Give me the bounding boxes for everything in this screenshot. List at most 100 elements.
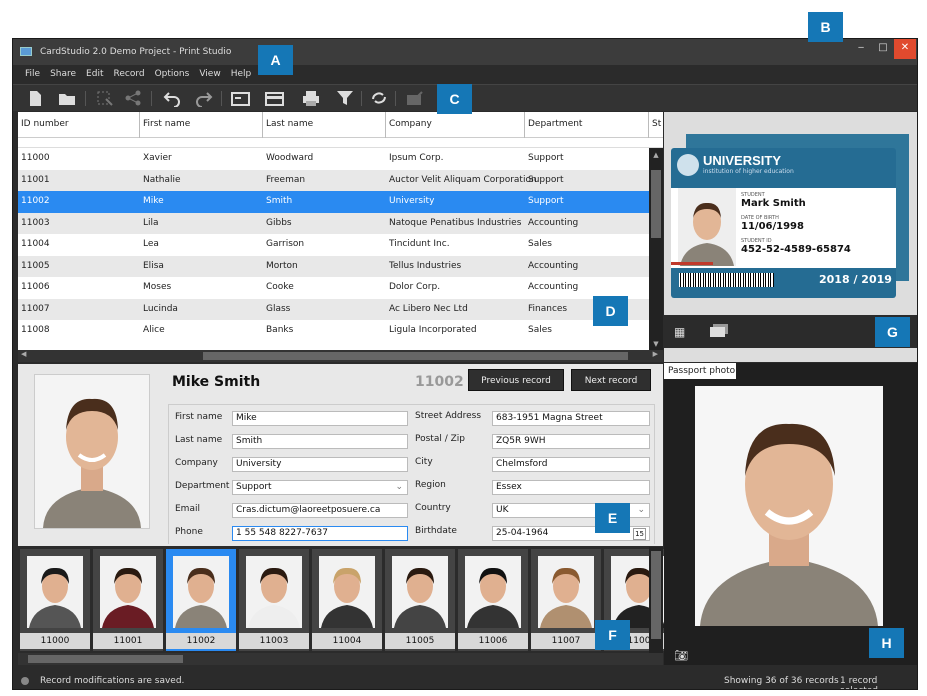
column-header-first-name[interactable]: First name (140, 112, 263, 138)
table-row[interactable]: 11005 Elisa Morton Tellus Industries Account… (18, 255, 663, 277)
thumbs-horizontal-scrollbar[interactable] (18, 653, 663, 665)
table-cell: Lila (143, 217, 159, 228)
camera-icon[interactable]: 📷︎ (674, 649, 688, 662)
status-message: Record modifications are saved. (40, 676, 185, 686)
menu-edit[interactable]: Edit (86, 65, 103, 83)
table-row[interactable]: 11001 Nathalie Freeman Auctor Velit Aliquam… (18, 169, 663, 191)
grid-view-icon[interactable]: ▦ (674, 325, 685, 339)
tab-passport-photo[interactable]: Passport photo (664, 363, 736, 379)
record-photo[interactable] (34, 374, 150, 529)
table-cell: Natoque Penatibus Industries (389, 217, 522, 228)
grid-vertical-scrollbar[interactable]: ▲ ▼ (649, 148, 663, 350)
hscroll-thumb[interactable] (203, 352, 628, 360)
minimize-button[interactable]: ‒ (850, 39, 872, 59)
filter-icon[interactable] (335, 89, 355, 107)
thumbs-vertical-scrollbar[interactable] (649, 547, 663, 653)
thumbs-hscroll-thumb[interactable] (28, 655, 183, 663)
thumbnail-card[interactable]: 11006 (458, 549, 528, 651)
thumbnail-card[interactable]: 11000 (20, 549, 90, 651)
menu-help[interactable]: Help (231, 65, 252, 83)
department-select[interactable]: Support ⌄ (232, 480, 408, 495)
calendar-icon[interactable]: 15 (633, 528, 646, 540)
thumbnail-card[interactable]: 11004 (312, 549, 382, 651)
print-icon[interactable] (301, 89, 321, 107)
open-folder-icon[interactable] (57, 89, 77, 107)
card-front-icon[interactable] (231, 89, 251, 107)
grid-body: 11000 Xavier Woodward Ipsum Corp. Support 110… (18, 148, 663, 342)
thumbnail-label: 11003 (239, 633, 309, 649)
undo-icon[interactable] (163, 89, 183, 107)
card-brand: UNIVERSITY (703, 153, 782, 168)
phone-field[interactable]: 1 55 548 8227-7637 (232, 526, 408, 541)
thumbnail-card[interactable]: 11005 (385, 549, 455, 651)
card-front-preview[interactable]: UNIVERSITY institution of higher educati… (671, 148, 896, 298)
column-header-last-name[interactable]: Last name (263, 112, 386, 138)
first-name-field[interactable]: Mike (232, 411, 408, 426)
close-button[interactable]: ✕ (894, 39, 916, 59)
thumbnail-card[interactable]: 11007 (531, 549, 601, 651)
menu-record[interactable]: Record (113, 65, 144, 83)
select-icon[interactable] (95, 89, 115, 107)
region-field[interactable]: Essex (492, 480, 650, 495)
table-cell: Tincidunt Inc. (389, 239, 450, 249)
menu-share[interactable]: Share (50, 65, 76, 83)
callout-b: B (808, 12, 843, 42)
scroll-thumb[interactable] (651, 170, 661, 238)
column-header-department[interactable]: Department (525, 112, 649, 138)
thumbnail-card[interactable]: 11001 (93, 549, 163, 651)
new-document-icon[interactable] (25, 89, 45, 107)
menu-view[interactable]: View (199, 65, 220, 83)
phone-label: Phone (175, 527, 203, 537)
table-cell: Elisa (143, 260, 164, 271)
thumbnail-label: 11006 (458, 633, 528, 649)
table-cell: Sales (528, 325, 552, 335)
table-row[interactable]: 11008 Alice Banks Ligula Incorporated Sales (18, 320, 663, 342)
email-field[interactable]: Cras.dictum@laoreetposuere.ca (232, 503, 408, 518)
column-header-company[interactable]: Company (386, 112, 525, 138)
grid-horizontal-scrollbar[interactable]: ◀ ▶ (18, 350, 663, 362)
column-header-id[interactable]: ID number (18, 112, 140, 138)
thumbnail-card[interactable]: 11003 (239, 549, 309, 651)
country-value: UK (496, 505, 509, 515)
scroll-left-icon[interactable]: ◀ (21, 350, 26, 358)
previous-record-button[interactable]: Previous record (468, 369, 564, 391)
birthdate-value: 25-04-1964 (496, 528, 549, 538)
table-row[interactable]: 11002 Mike Smith University Support (18, 191, 663, 213)
passport-photo[interactable] (695, 386, 883, 626)
table-row[interactable]: 11006 Moses Cooke Dolor Corp. Accounting (18, 277, 663, 299)
table-row[interactable]: 11004 Lea Garrison Tincidunt Inc. Sales (18, 234, 663, 256)
thumbnail-photo (465, 556, 521, 628)
postal-field[interactable]: ZQ5R 9WH (492, 434, 650, 449)
menu-file[interactable]: File (25, 65, 40, 83)
street-label: Street Address (415, 411, 482, 421)
scroll-down-icon[interactable]: ▼ (649, 340, 663, 348)
app-icon (20, 47, 32, 56)
sync-icon[interactable] (369, 89, 389, 107)
table-row[interactable]: 11003 Lila Gibbs Natoque Penatibus Industri… (18, 212, 663, 234)
card-back-icon[interactable] (265, 89, 285, 107)
card-stack-icon[interactable] (710, 324, 728, 338)
maximize-button[interactable]: □ (872, 39, 894, 59)
table-cell: Support (528, 153, 564, 163)
scroll-up-icon[interactable]: ▲ (649, 151, 663, 159)
thumbnail-card[interactable]: 11002 (166, 549, 236, 651)
grid-filter-row[interactable] (18, 138, 663, 148)
callout-e: E (595, 503, 630, 533)
company-field[interactable]: University (232, 457, 408, 472)
window-title: CardStudio 2.0 Demo Project - Print Stud… (40, 47, 232, 57)
table-row[interactable]: 11007 Lucinda Glass Ac Libero Nec Ltd Financ… (18, 298, 663, 320)
street-field[interactable]: 683-1951 Magna Street (492, 411, 650, 426)
table-row[interactable]: 11000 Xavier Woodward Ipsum Corp. Support (18, 148, 663, 170)
callout-c: C (437, 84, 472, 114)
scroll-right-icon[interactable]: ▶ (653, 350, 658, 358)
share-icon[interactable] (123, 89, 143, 107)
last-name-field[interactable]: Smith (232, 434, 408, 449)
column-header-status[interactable]: St (649, 112, 663, 138)
thumbnail-label: 11001 (93, 633, 163, 649)
redo-icon[interactable] (193, 89, 213, 107)
menu-bar: File Share Edit Record Options View Help (13, 65, 917, 84)
edit-card-icon[interactable] (405, 89, 425, 107)
city-field[interactable]: Chelmsford (492, 457, 650, 472)
menu-options[interactable]: Options (155, 65, 190, 83)
next-record-button[interactable]: Next record (571, 369, 651, 391)
